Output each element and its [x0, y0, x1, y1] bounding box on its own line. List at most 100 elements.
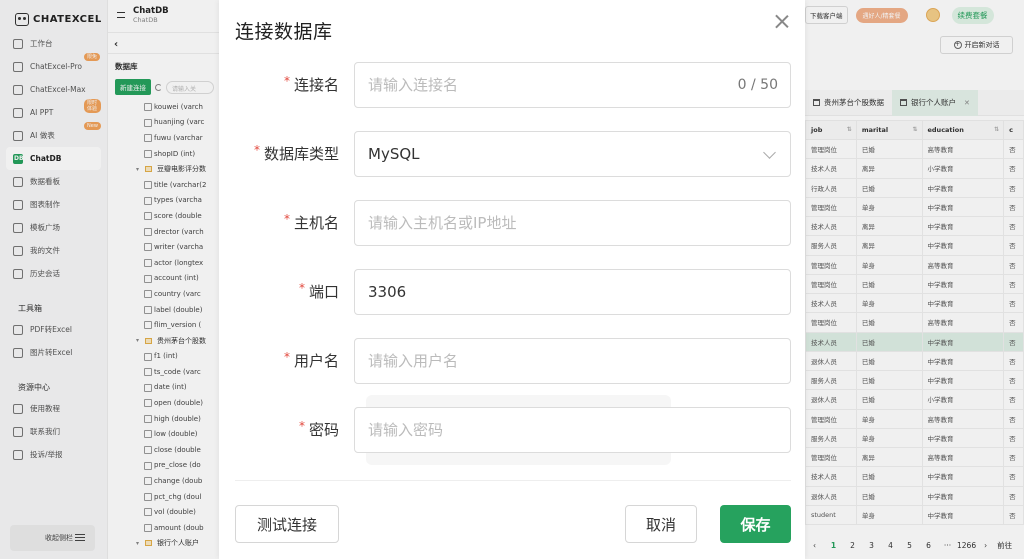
tree-field-node[interactable]: date (int): [108, 380, 219, 396]
tree-field-node[interactable]: fuwu (varchar: [108, 130, 219, 146]
tree-field-node[interactable]: drector (varch: [108, 224, 219, 240]
tree-field-node[interactable]: kouwei (varch: [108, 99, 219, 115]
table-row[interactable]: 行政人员 已婚 中学教育否: [805, 177, 1024, 198]
table-row[interactable]: 管理岗位 单身 高等教育否: [805, 254, 1024, 275]
page-button[interactable]: 1: [824, 541, 843, 550]
sidebar-item[interactable]: 使用教程: [6, 397, 101, 420]
save-button[interactable]: 保存: [720, 505, 791, 543]
page-button[interactable]: 4: [881, 541, 900, 550]
table-row[interactable]: 退休人员 已婚 中学教育否: [805, 485, 1024, 506]
tree-field-node[interactable]: label (double): [108, 302, 219, 318]
table-tab[interactable]: 银行个人账户 ✕: [892, 89, 978, 116]
table-row[interactable]: student 单身 中学教育否: [805, 504, 1024, 526]
table-row[interactable]: 服务人员 单身 中学教育否: [805, 427, 1024, 449]
table-row[interactable]: 管理岗位 单身 中学教育否: [805, 196, 1024, 218]
table-row[interactable]: 退休人员 已婚 小学教育否: [805, 389, 1024, 410]
table-row[interactable]: 服务人员 离异 中学教育否: [805, 235, 1024, 256]
tree-field-node[interactable]: open (double): [108, 395, 219, 411]
collapse-sidebar-button[interactable]: 收起侧栏: [10, 525, 95, 551]
sidebar-item[interactable]: 我的文件: [6, 239, 101, 262]
page-button[interactable]: 6: [919, 541, 938, 550]
tree-field-node[interactable]: account (int): [108, 271, 219, 287]
sidebar-item[interactable]: 图片转Excel: [6, 341, 101, 364]
table-row[interactable]: 管理岗位 已婚 高等教育否: [805, 312, 1024, 333]
refresh-icon[interactable]: [155, 83, 162, 91]
sidebar-item[interactable]: 工作台: [6, 32, 101, 55]
tree-field-node[interactable]: actor (longtex: [108, 255, 219, 271]
app-logo[interactable]: CHATEXCEL: [0, 0, 107, 30]
test-connection-button[interactable]: 测试连接: [235, 505, 339, 543]
sidebar-item[interactable]: ChatExcel-Pro 限免: [6, 53, 101, 78]
table-row[interactable]: 管理岗位 单身 高等教育否: [805, 408, 1024, 429]
tree-field-node[interactable]: huanjing (varc: [108, 115, 219, 131]
back-button[interactable]: ‹: [108, 32, 219, 54]
new-connection-button[interactable]: 新建连接: [115, 79, 151, 95]
next-page-button[interactable]: ›: [976, 541, 995, 550]
sort-icon[interactable]: ⇅: [847, 126, 852, 133]
close-icon[interactable]: [773, 13, 790, 30]
close-icon[interactable]: ✕: [964, 99, 970, 107]
tree-field-node[interactable]: vol (double): [108, 504, 219, 520]
page-button[interactable]: 5: [900, 541, 919, 550]
sidebar-item[interactable]: 模板广场: [6, 216, 101, 239]
tree-table-node[interactable]: ▾ 豆瓣电影评分数: [108, 161, 219, 177]
tree-field-node[interactable]: pre_close (do: [108, 458, 219, 474]
download-client-button[interactable]: 下载客户端: [805, 6, 848, 24]
caret-down-icon[interactable]: ▾: [136, 337, 139, 344]
last-page-button[interactable]: 1266: [957, 541, 976, 550]
sort-icon[interactable]: ⇅: [912, 126, 917, 133]
avatar[interactable]: [925, 8, 940, 22]
page-button[interactable]: 2: [843, 541, 862, 550]
sidebar-item[interactable]: 图表制作: [6, 193, 101, 216]
table-row[interactable]: 技术人员 离异 中学教育否: [805, 215, 1024, 237]
table-row[interactable]: 管理岗位 已婚 高等教育否: [805, 138, 1024, 160]
page-ellipsis[interactable]: ···: [938, 541, 957, 550]
tree-field-node[interactable]: title (varchar(2: [108, 177, 219, 193]
sidebar-item[interactable]: 数据看板: [6, 170, 101, 193]
table-row[interactable]: 管理岗位 已婚 中学教育否: [805, 273, 1024, 295]
cancel-button[interactable]: 取消: [625, 505, 697, 543]
field-input[interactable]: 请输入主机名或IP地址: [354, 200, 791, 246]
tree-table-node[interactable]: ▾ 银行个人账户: [108, 536, 219, 552]
tree-field-node[interactable]: writer (varcha: [108, 239, 219, 255]
sidebar-item[interactable]: 投诉/举报: [6, 443, 101, 466]
tree-field-node[interactable]: high (double): [108, 411, 219, 427]
page-button[interactable]: 3: [862, 541, 881, 550]
tree-field-node[interactable]: shopID (int): [108, 146, 219, 162]
renew-plan-button[interactable]: 续费套餐: [951, 6, 994, 24]
new-chat-button[interactable]: + 开启新对话: [940, 36, 1013, 54]
database-type-select[interactable]: MySQL: [354, 131, 791, 177]
field-input[interactable]: 请输入连接名 0 / 50: [354, 62, 791, 108]
tree-field-node[interactable]: types (varcha: [108, 193, 219, 209]
column-header[interactable]: c: [1003, 120, 1024, 140]
sidebar-item[interactable]: AI 做表 New: [6, 122, 101, 147]
tree-search-input[interactable]: 请输入关: [166, 80, 214, 94]
tree-field-node[interactable]: close (double: [108, 442, 219, 458]
sidebar-item[interactable]: 历史会话: [6, 262, 101, 285]
caret-down-icon[interactable]: ▾: [136, 540, 139, 547]
sidebar-item[interactable]: ChatExcel-Max: [6, 78, 101, 101]
tree-field-node[interactable]: ts_code (varc: [108, 364, 219, 380]
table-row[interactable]: 服务人员 已婚 中学教育否: [805, 369, 1024, 391]
field-input[interactable]: 请输入密码: [354, 407, 791, 453]
caret-down-icon[interactable]: ▾: [136, 166, 139, 173]
tree-field-node[interactable]: country (varc: [108, 286, 219, 302]
table-row[interactable]: 退休人员 已婚 中学教育否: [805, 350, 1024, 372]
tree-field-node[interactable]: low (double): [108, 426, 219, 442]
table-row[interactable]: 管理岗位 离异 高等教育否: [805, 446, 1024, 468]
tree-field-node[interactable]: score (double: [108, 208, 219, 224]
sidebar-item[interactable]: 联系我们: [6, 420, 101, 443]
field-input[interactable]: 请输入用户名: [354, 338, 791, 384]
sort-icon[interactable]: ⇅: [994, 126, 999, 133]
table-tab[interactable]: 贵州茅台个股数据: [805, 90, 892, 116]
table-row[interactable]: 技术人员 已婚 中学教育否: [805, 466, 1024, 487]
sidebar-item[interactable]: AI PPT 限时体验: [6, 99, 101, 124]
table-row[interactable]: 技术人员 单身 中学教育否: [805, 292, 1024, 314]
field-input[interactable]: 3306: [354, 269, 791, 315]
tree-table-node[interactable]: ▾ 贵州茅台个股数: [108, 333, 219, 349]
tree-field-node[interactable]: pct_chg (doul: [108, 489, 219, 505]
tree-field-node[interactable]: flim_version (: [108, 317, 219, 333]
tree-field-node[interactable]: amount (doub: [108, 520, 219, 536]
tree-field-node[interactable]: change (doub: [108, 473, 219, 489]
prev-page-button[interactable]: ‹: [805, 541, 824, 550]
